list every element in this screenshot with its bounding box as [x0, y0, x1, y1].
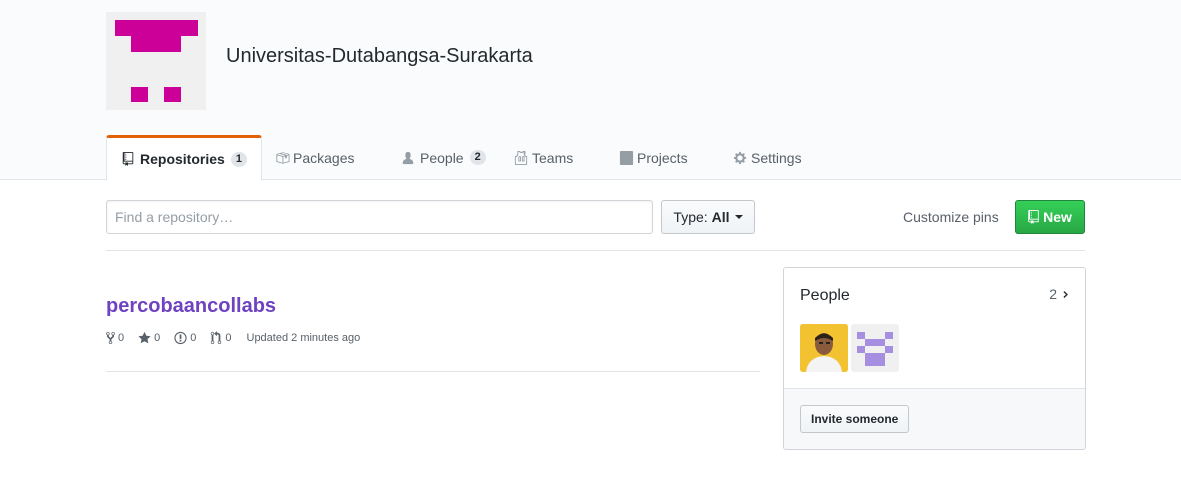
- tab-repositories[interactable]: Repositories 1: [106, 135, 262, 181]
- org-avatar: [106, 12, 206, 110]
- org-header: Universitas-Dutabangsa-Surakarta Reposit…: [0, 0, 1181, 181]
- forks-count: 0: [118, 332, 125, 344]
- repository-divider: [106, 371, 760, 372]
- people-count: 2: [1049, 286, 1057, 302]
- people-title: People: [800, 287, 850, 304]
- issues-link[interactable]: 0: [174, 331, 196, 345]
- org-name: Universitas-Dutabangsa-Surakarta: [226, 45, 533, 67]
- type-filter-select[interactable]: Type: All: [661, 200, 755, 234]
- tab-label: Repositories: [140, 151, 225, 167]
- repo-counter: 1: [230, 151, 247, 167]
- project-icon: [619, 150, 634, 165]
- jersey-icon: [514, 150, 528, 165]
- star-icon: [138, 331, 151, 344]
- customize-pins-link[interactable]: Customize pins: [903, 209, 999, 225]
- tab-packages[interactable]: Packages: [275, 135, 354, 180]
- issues-count: 0: [190, 332, 197, 344]
- fork-icon: [106, 331, 115, 345]
- tab-label: Projects: [637, 149, 688, 166]
- repo-icon: [122, 152, 136, 166]
- tab-label: Teams: [532, 149, 574, 166]
- people-box: People 2 Invite someone: [783, 267, 1086, 450]
- tab-settings[interactable]: Settings: [733, 135, 802, 180]
- new-repository-button[interactable]: New: [1015, 200, 1085, 234]
- stars-count: 0: [154, 332, 161, 344]
- repository-search-input[interactable]: [106, 200, 653, 234]
- people-footer: Invite someone: [784, 388, 1085, 449]
- chevron-right-icon: [1063, 290, 1068, 298]
- repository-link[interactable]: percobaancollabs: [106, 295, 276, 318]
- people-count-link[interactable]: 2: [1049, 286, 1069, 302]
- tab-label: People: [420, 149, 464, 166]
- tab-label: Packages: [293, 149, 355, 166]
- issue-icon: [174, 331, 187, 345]
- tab-people[interactable]: People 2: [402, 135, 486, 180]
- tab-label: Settings: [751, 149, 802, 166]
- type-filter-label: Type:: [673, 209, 708, 225]
- pull-request-icon: [211, 331, 222, 345]
- people-counter: 2: [469, 150, 486, 165]
- forks-link[interactable]: 0: [106, 331, 124, 345]
- new-button-label: New: [1043, 209, 1072, 225]
- pulls-link[interactable]: 0: [210, 331, 232, 345]
- repo-icon: [1028, 210, 1039, 224]
- tab-projects[interactable]: Projects: [619, 135, 688, 180]
- stars-link[interactable]: 0: [138, 331, 160, 345]
- member-avatar[interactable]: [851, 324, 899, 372]
- type-filter-value: All: [711, 209, 730, 225]
- person-icon: [402, 151, 416, 165]
- toolbar-divider: [106, 250, 1085, 251]
- invite-someone-button[interactable]: Invite someone: [800, 405, 910, 433]
- tab-teams[interactable]: Teams: [514, 135, 573, 180]
- member-avatar[interactable]: [800, 324, 848, 372]
- updated-timestamp: Updated 2 minutes ago: [246, 332, 361, 344]
- pulls-count: 0: [225, 332, 232, 344]
- repository-meta: 0 0 0 0 Updated 2 minutes ago: [106, 330, 360, 346]
- caret-down-icon: [734, 215, 743, 219]
- gear-icon: [733, 151, 747, 165]
- package-icon: [275, 151, 290, 165]
